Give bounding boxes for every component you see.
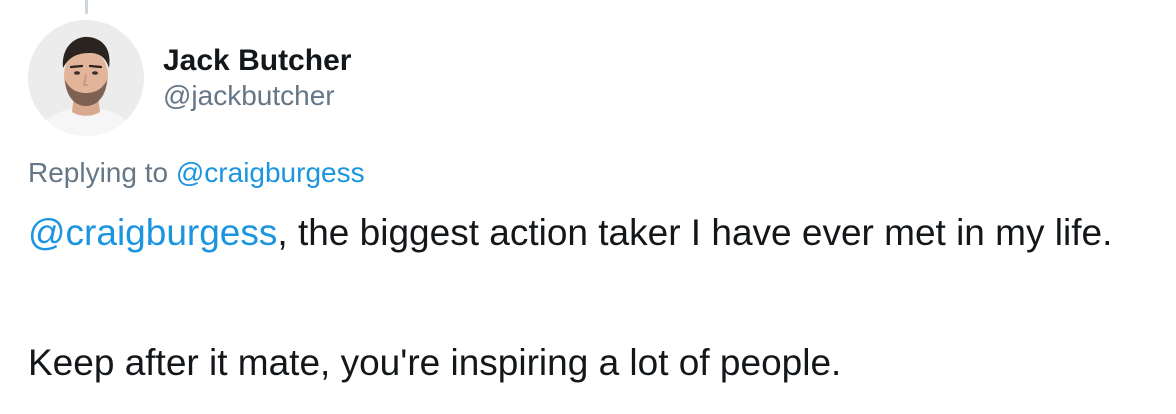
avatar[interactable] bbox=[28, 20, 144, 136]
tweet-mention-link[interactable]: @craigburgess bbox=[28, 212, 277, 253]
user-handle[interactable]: @jackbutcher bbox=[163, 79, 351, 113]
thread-connector-line bbox=[85, 0, 88, 14]
avatar-image bbox=[28, 20, 144, 136]
replying-to-label: Replying to bbox=[28, 157, 176, 188]
tweet-paragraph-2: Keep after it mate, you're inspiring a l… bbox=[28, 342, 842, 383]
tweet-paragraph-1-text: , the biggest action taker I have ever m… bbox=[277, 212, 1113, 253]
user-info: Jack Butcher @jackbutcher bbox=[163, 43, 351, 113]
display-name[interactable]: Jack Butcher bbox=[163, 43, 351, 79]
replying-to-line: Replying to @craigburgess bbox=[28, 156, 365, 190]
replying-to-mention-link[interactable]: @craigburgess bbox=[176, 157, 365, 188]
tweet-text: @craigburgess, the biggest action taker … bbox=[28, 207, 1153, 259]
